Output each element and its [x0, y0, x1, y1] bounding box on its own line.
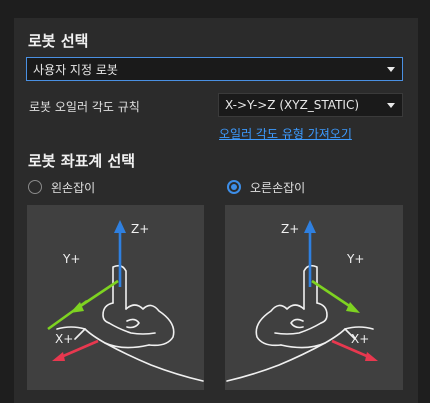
x-axis-arrow	[52, 352, 65, 361]
hand-outline	[56, 264, 204, 382]
robot-select-title: 로봇 선택	[28, 32, 89, 50]
y-axis-label: Y+	[346, 252, 364, 266]
euler-rule-value: X->Y->Z (XYZ_STATIC)	[225, 98, 360, 112]
right-hand-radio[interactable]	[227, 180, 241, 194]
left-hand-radio[interactable]	[28, 180, 42, 194]
hand-outline	[226, 264, 374, 382]
robot-dropdown-value: 사용자 지정 로봇	[33, 62, 118, 77]
z-axis-label: Z+	[131, 222, 149, 236]
robot-dropdown[interactable]: 사용자 지정 로봇	[26, 57, 403, 81]
get-euler-type-link[interactable]: 오일러 각도 유형 가져오기	[219, 125, 352, 142]
chevron-down-icon	[387, 67, 395, 72]
z-axis-arrow	[114, 220, 126, 233]
z-axis-label: Z+	[281, 222, 299, 236]
left-hand-diagram: Z+ Y+ X+	[47, 220, 204, 382]
x-axis-label: X+	[351, 332, 369, 346]
x-axis-label: X+	[55, 332, 73, 346]
left-hand-illustration[interactable]: Z+ Y+ X+	[27, 205, 204, 390]
chevron-down-icon	[387, 103, 395, 108]
coordinate-system-title: 로봇 좌표계 선택	[28, 152, 136, 170]
x-axis-arrow	[365, 352, 378, 361]
right-hand-diagram: Z+ Y+ X+	[226, 220, 378, 382]
y-axis-label: Y+	[62, 252, 80, 266]
left-hand-label[interactable]: 왼손잡이	[51, 179, 95, 196]
right-hand-label[interactable]: 오른손잡이	[250, 179, 305, 196]
right-hand-illustration[interactable]: Z+ Y+ X+	[225, 205, 403, 390]
euler-rule-dropdown[interactable]: X->Y->Z (XYZ_STATIC)	[218, 93, 403, 117]
z-axis-arrow	[304, 220, 316, 233]
euler-rule-label: 로봇 오일러 각도 규칙	[29, 100, 140, 114]
